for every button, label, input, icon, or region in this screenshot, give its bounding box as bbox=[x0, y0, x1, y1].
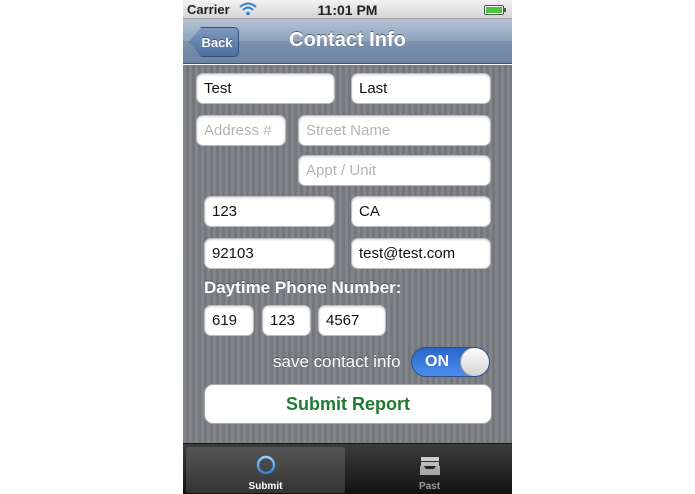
toggle-state-label: ON bbox=[425, 353, 449, 370]
email-field[interactable]: test@test.com bbox=[351, 238, 491, 269]
address-number-field[interactable]: Address # bbox=[196, 115, 286, 146]
city-field[interactable]: 123 bbox=[204, 196, 335, 227]
street-name-field[interactable]: Street Name bbox=[298, 115, 491, 146]
save-contact-toggle[interactable]: ON bbox=[411, 347, 490, 377]
tab-submit-label: Submit bbox=[248, 481, 283, 492]
submit-report-button[interactable]: Submit Report bbox=[204, 384, 492, 424]
first-name-field[interactable]: Test bbox=[196, 73, 335, 104]
inbox-tray-icon bbox=[420, 457, 440, 475]
tab-past[interactable]: Past bbox=[350, 447, 509, 493]
phone-number-label: Daytime Phone Number: bbox=[204, 278, 402, 297]
last-name-field[interactable]: Last bbox=[351, 73, 491, 104]
zip-field[interactable]: 92103 bbox=[204, 238, 335, 269]
phone-prefix-field[interactable]: 123 bbox=[262, 305, 311, 336]
appt-unit-field[interactable]: Appt / Unit bbox=[298, 155, 491, 186]
tab-submit[interactable]: Submit bbox=[186, 447, 345, 493]
phone-area-code-field[interactable]: 619 bbox=[204, 305, 254, 336]
save-contact-label: save contact info bbox=[273, 352, 401, 371]
status-time: 11:01 PM bbox=[317, 2, 378, 18]
phone-screen: Carrier 11:01 PM Back Contact Info Test … bbox=[183, 0, 512, 494]
status-bar: Carrier 11:01 PM bbox=[183, 0, 512, 19]
contact-form: Test Last Address # Street Name Appt / U… bbox=[183, 65, 512, 443]
navigation-bar: Back Contact Info bbox=[183, 19, 512, 64]
page-title: Contact Info bbox=[289, 29, 406, 51]
state-field[interactable]: CA bbox=[351, 196, 491, 227]
tab-bar: Submit Past bbox=[183, 443, 512, 494]
toggle-knob bbox=[460, 348, 489, 376]
phone-line-field[interactable]: 4567 bbox=[318, 305, 386, 336]
crosshair-icon bbox=[255, 454, 277, 476]
tab-past-label: Past bbox=[418, 481, 441, 492]
battery-icon bbox=[484, 5, 506, 15]
